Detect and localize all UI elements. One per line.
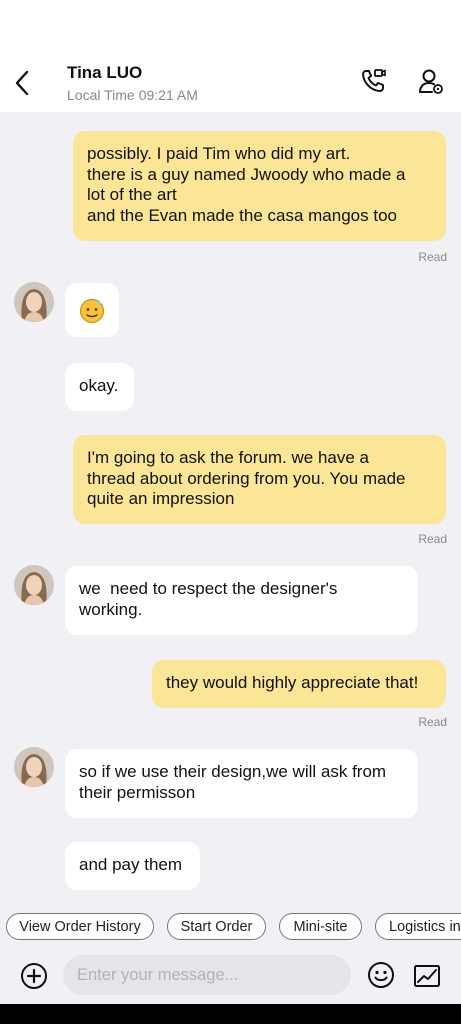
contact-avatar[interactable] — [14, 565, 54, 605]
message-line: possibly. I paid Tim who did my art. — [87, 144, 351, 163]
start-order-button[interactable]: Start Order — [167, 913, 266, 940]
read-receipt: Read — [418, 532, 447, 546]
view-order-history-button[interactable]: View Order History — [6, 913, 154, 940]
incoming-message[interactable]: and pay them — [65, 842, 200, 890]
message-line: okay. — [79, 376, 119, 395]
contact-info[interactable]: Tina LUO Local Time 09:21 AM — [67, 63, 198, 104]
user-settings-icon — [419, 69, 443, 94]
message-line: working. — [79, 599, 143, 619]
incoming-message[interactable]: okay. — [65, 363, 134, 411]
image-button[interactable] — [413, 962, 441, 990]
phone-video-icon — [362, 69, 386, 92]
message-line: so if we use their design,we will ask fr… — [79, 762, 387, 781]
contact-name: Tina LUO — [67, 63, 143, 82]
message-input[interactable] — [63, 955, 351, 995]
outgoing-message[interactable]: possibly. I paid Tim who did my art. the… — [73, 131, 446, 241]
contact-avatar[interactable] — [14, 282, 54, 322]
add-attachment-button[interactable] — [20, 962, 48, 990]
composer — [0, 952, 461, 1004]
message-line: lot of the art — [87, 185, 177, 204]
image-icon — [414, 965, 440, 987]
message-line: thread about ordering from you. You made — [87, 468, 406, 488]
incoming-message[interactable] — [65, 283, 119, 337]
avatar-photo-icon — [14, 282, 54, 322]
message-line: quite an impression — [87, 489, 235, 508]
local-time: Local Time 09:21 AM — [67, 87, 198, 103]
chevron-left-icon — [15, 70, 29, 96]
message-line: I'm going to ask the forum. we have a — [87, 448, 370, 467]
emoji-button[interactable] — [367, 961, 395, 989]
local-time-label: Local Time — [67, 87, 135, 103]
status-bar — [0, 0, 461, 56]
incoming-message[interactable]: so if we use their design,we will ask fr… — [65, 749, 418, 818]
sweat-smile-emoji-icon — [79, 298, 105, 324]
quick-actions-bar: View Order History Start Order Mini-site… — [0, 902, 461, 952]
plus-circle-icon — [21, 963, 47, 989]
outgoing-message[interactable]: they would highly appreciate that! — [152, 660, 446, 708]
contact-profile-button[interactable] — [416, 66, 446, 96]
system-nav-bar — [0, 1004, 461, 1024]
smiley-icon — [368, 962, 394, 988]
message-list[interactable]: possibly. I paid Tim who did my art. the… — [0, 112, 461, 902]
contact-avatar[interactable] — [14, 747, 54, 787]
back-button[interactable] — [10, 68, 34, 98]
message-line: and pay them — [79, 855, 183, 874]
video-call-button[interactable] — [358, 66, 388, 96]
message-line: they would highly appreciate that! — [166, 673, 419, 692]
avatar-photo-icon — [14, 747, 54, 787]
message-line: and the Evan made the casa mangos too — [87, 205, 397, 225]
message-line: their permisson — [79, 782, 196, 802]
outgoing-message[interactable]: I'm going to ask the forum. we have a th… — [73, 435, 446, 524]
message-line: we need to respect the designer's — [79, 579, 338, 598]
read-receipt: Read — [418, 715, 447, 729]
logistics-button[interactable]: Logistics in — [375, 913, 461, 940]
incoming-message[interactable]: we need to respect the designer's workin… — [65, 566, 418, 635]
chat-header: Tina LUO Local Time 09:21 AM — [0, 56, 461, 112]
read-receipt: Read — [418, 250, 447, 264]
local-time-value: 09:21 AM — [138, 87, 198, 103]
mini-site-button[interactable]: Mini-site — [279, 913, 362, 940]
message-line: there is a guy named Jwoody who made a — [87, 164, 406, 184]
avatar-photo-icon — [14, 565, 54, 605]
